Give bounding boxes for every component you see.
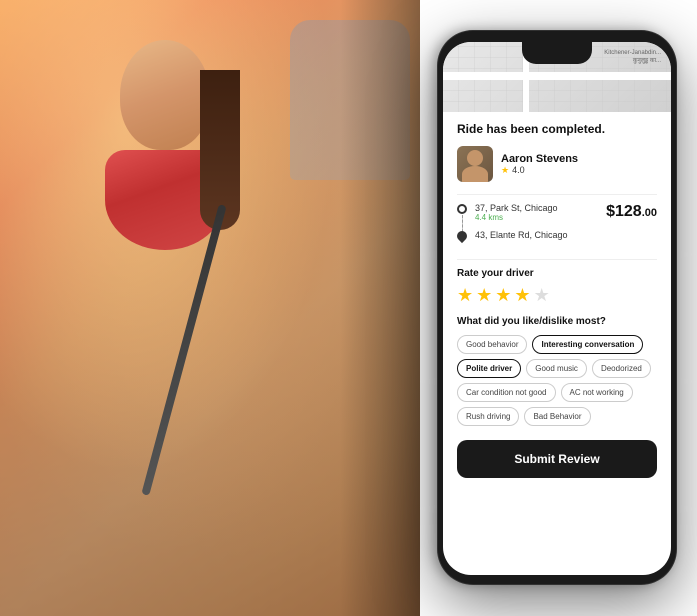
rate-label: Rate your driver	[457, 268, 657, 279]
driver-name: Aaron Stevens	[501, 153, 657, 165]
dropoff-pin	[455, 229, 469, 243]
star-5[interactable]: ★	[534, 285, 550, 306]
car-window	[290, 20, 410, 180]
rating-value: 4.0	[512, 165, 525, 175]
tag-rush-driving[interactable]: Rush driving	[457, 407, 519, 426]
tag-good-music[interactable]: Good music	[526, 359, 587, 378]
pickup-address: 37, Park St, Chicago	[475, 203, 558, 213]
submit-review-button[interactable]: Submit Review	[457, 440, 657, 478]
phone-frame: Kitchener-Janabdin... कुनुलुड्ढ का... Ri…	[437, 30, 677, 585]
rating-stars[interactable]: ★ ★ ★ ★ ★	[457, 285, 657, 306]
pickup-stop: 37, Park St, Chicago 4.4 kms	[457, 203, 606, 222]
dropoff-address: 43, Elante Rd, Chicago	[475, 230, 568, 240]
map-label: Kitchener-Janabdin... कुनुलुड्ढ का...	[604, 50, 661, 66]
driver-row: Aaron Stevens ★ 4.0	[457, 146, 657, 182]
star-1[interactable]: ★	[457, 285, 473, 306]
tag-bad-behavior[interactable]: Bad Behavior	[524, 407, 590, 426]
dropoff-stop: 43, Elante Rd, Chicago	[457, 230, 606, 241]
fare-amount: $128.00	[606, 203, 657, 221]
star-4[interactable]: ★	[514, 285, 530, 306]
phone-mockup: Kitchener-Janabdin... कुनुलुड्ढ का... Ri…	[437, 30, 677, 585]
route-section: 37, Park St, Chicago 4.4 kms 43, Elante …	[457, 203, 657, 249]
tag-ac-not-working[interactable]: AC not working	[561, 383, 633, 402]
person-silhouette	[100, 40, 230, 240]
feedback-label: What did you like/dislike most?	[457, 316, 657, 327]
star-2[interactable]: ★	[476, 285, 492, 306]
driver-avatar	[457, 146, 493, 182]
tag-car-condition[interactable]: Car condition not good	[457, 383, 556, 402]
feedback-tags: Good behavior Interesting conversation P…	[457, 335, 657, 426]
route-stops: 37, Park St, Chicago 4.4 kms 43, Elante …	[457, 203, 606, 249]
tag-good-behavior[interactable]: Good behavior	[457, 335, 527, 354]
fare-cents: .00	[642, 207, 657, 219]
pickup-dot	[457, 204, 467, 214]
divider-1	[457, 194, 657, 195]
rating-star-icon: ★	[501, 165, 509, 176]
route-distance: 4.4 kms	[475, 213, 558, 222]
divider-2	[457, 259, 657, 260]
tag-deodorized[interactable]: Deodorized	[592, 359, 651, 378]
star-3[interactable]: ★	[495, 285, 511, 306]
tag-polite-driver[interactable]: Polite driver	[457, 359, 521, 378]
ride-status: Ride has been completed.	[457, 122, 657, 136]
background-photo	[0, 0, 420, 616]
phone-notch	[522, 42, 592, 64]
driver-info: Aaron Stevens ★ 4.0	[501, 153, 657, 176]
phone-screen: Kitchener-Janabdin... कुनुलुड्ढ का... Ri…	[443, 42, 671, 575]
tag-interesting-conversation[interactable]: Interesting conversation	[532, 335, 643, 354]
driver-rating: ★ 4.0	[501, 165, 657, 176]
